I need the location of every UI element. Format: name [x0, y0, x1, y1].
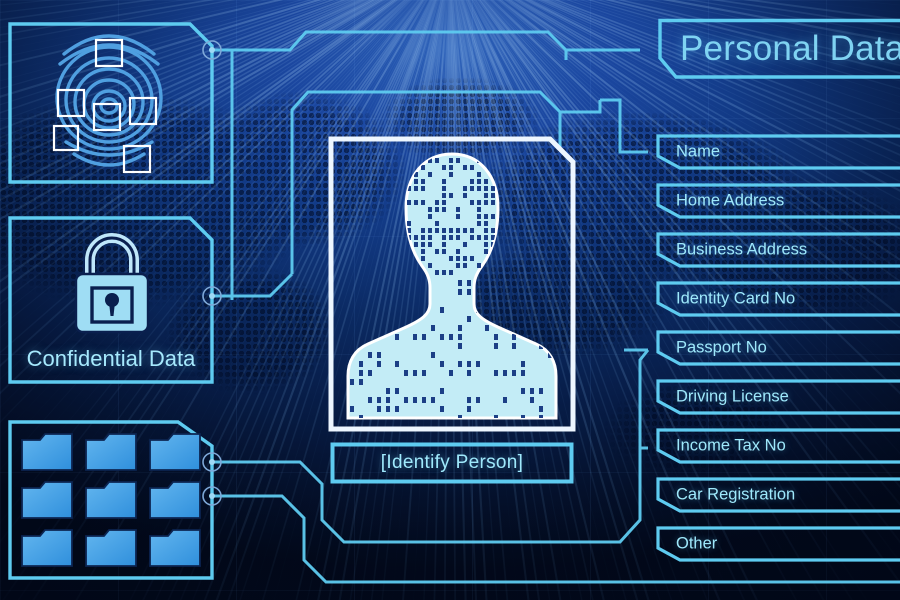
fingerprint-icon — [52, 34, 163, 174]
data-field-item[interactable]: Income Tax No — [648, 428, 900, 464]
panel-confidential-caption: Confidential Data — [26, 346, 196, 371]
page-title-text: Personal Data — [680, 29, 900, 68]
data-field-item[interactable]: Name — [648, 134, 900, 170]
padlock-icon — [74, 233, 150, 334]
data-field-item-label: Other — [676, 534, 718, 553]
person-silhouette-icon — [346, 152, 558, 420]
data-field-item[interactable]: Business Address — [648, 232, 900, 268]
personal-data-infographic: Confidential Data [Identify Person] Pers… — [0, 0, 900, 600]
data-field-item[interactable]: Car Registration — [648, 477, 900, 513]
panel-folders[interactable] — [8, 420, 222, 580]
panel-fingerprint[interactable] — [8, 22, 222, 184]
data-field-item-label: Business Address — [676, 240, 808, 259]
data-field-item-label: Driving License — [676, 387, 789, 406]
panel-confidential-data[interactable]: Confidential Data — [8, 216, 222, 384]
data-field-item[interactable]: Other — [648, 526, 900, 562]
data-field-item[interactable]: Passport No — [648, 330, 900, 366]
data-field-item[interactable]: Home Address — [648, 183, 900, 219]
data-field-item-label: Car Registration — [676, 485, 796, 504]
data-field-item-label: Passport No — [676, 338, 767, 357]
data-field-item-label: Home Address — [676, 191, 785, 210]
person-identification-frame[interactable] — [328, 136, 576, 432]
data-field-item[interactable]: Identity Card No — [648, 281, 900, 317]
identify-person-button-label: [Identify Person] — [380, 452, 524, 473]
page-title: Personal Data — [652, 18, 900, 80]
data-field-item-label: Identity Card No — [676, 289, 796, 308]
identify-person-button[interactable]: [Identify Person] — [330, 442, 574, 484]
data-field-item[interactable]: Driving License — [648, 379, 900, 415]
data-field-item-label: Name — [676, 142, 721, 161]
folder-grid-icon — [21, 433, 201, 567]
data-field-item-label: Income Tax No — [676, 436, 786, 455]
